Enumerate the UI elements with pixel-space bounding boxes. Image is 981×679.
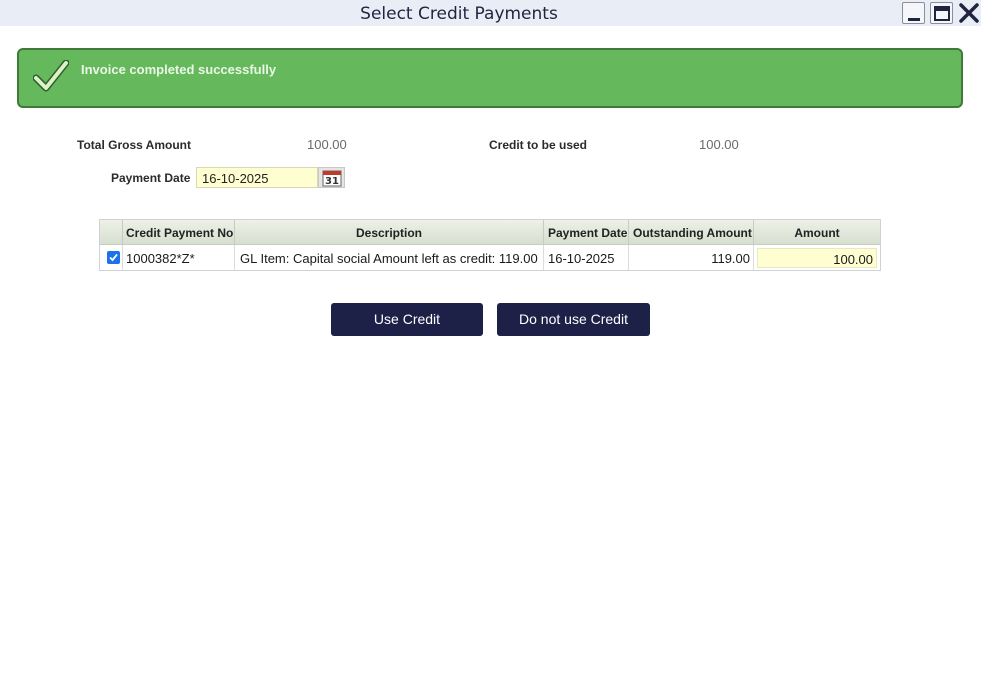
cell-description: GL Item: Capital social Amount left as c… xyxy=(235,245,544,270)
close-button[interactable] xyxy=(958,2,980,24)
window-titlebar: Select Credit Payments xyxy=(0,0,981,26)
payment-date-input[interactable]: 16-10-2025 xyxy=(196,167,318,188)
minimize-button[interactable] xyxy=(902,2,925,24)
total-gross-label: Total Gross Amount xyxy=(77,138,191,152)
credit-payments-table: Credit Payment No Description Payment Da… xyxy=(99,219,881,271)
svg-text:31: 31 xyxy=(325,176,339,187)
cell-payment-date: 16-10-2025 xyxy=(544,245,629,270)
table-header: Credit Payment No Description Payment Da… xyxy=(100,220,880,245)
column-amount[interactable]: Amount xyxy=(754,220,880,245)
minimize-icon xyxy=(908,18,920,21)
calendar-button[interactable]: 31 xyxy=(318,167,345,188)
success-banner: Invoice completed successfully xyxy=(17,48,963,108)
banner-message: Invoice completed successfully xyxy=(81,62,277,77)
maximize-icon xyxy=(934,6,950,21)
row-select-cell[interactable] xyxy=(100,245,123,270)
row-checkbox[interactable] xyxy=(107,251,120,264)
checkmark-icon xyxy=(33,60,69,92)
close-icon xyxy=(959,3,979,23)
window-title: Select Credit Payments xyxy=(360,4,558,24)
column-credit-payment-no[interactable]: Credit Payment No xyxy=(123,220,235,245)
select-column-header xyxy=(100,220,123,245)
total-gross-value: 100.00 xyxy=(307,137,347,152)
table-row[interactable]: 1000382*Z* GL Item: Capital social Amoun… xyxy=(100,245,880,270)
cell-outstanding-amount: 119.00 xyxy=(629,245,754,270)
column-payment-date[interactable]: Payment Date xyxy=(544,220,629,245)
payment-date-label: Payment Date xyxy=(111,171,191,185)
do-not-use-credit-button[interactable]: Do not use Credit xyxy=(497,303,650,336)
column-outstanding-amount[interactable]: Outstanding Amount xyxy=(629,220,754,245)
cell-credit-payment-no: 1000382*Z* xyxy=(123,245,235,270)
credit-used-value: 100.00 xyxy=(699,137,739,152)
check-icon xyxy=(109,253,118,262)
maximize-button[interactable] xyxy=(930,2,953,24)
credit-used-label: Credit to be used xyxy=(489,138,588,152)
use-credit-button[interactable]: Use Credit xyxy=(331,303,483,336)
column-description[interactable]: Description xyxy=(235,220,544,245)
amount-input[interactable]: 100.00 xyxy=(757,248,877,268)
calendar-icon: 31 xyxy=(322,170,342,187)
